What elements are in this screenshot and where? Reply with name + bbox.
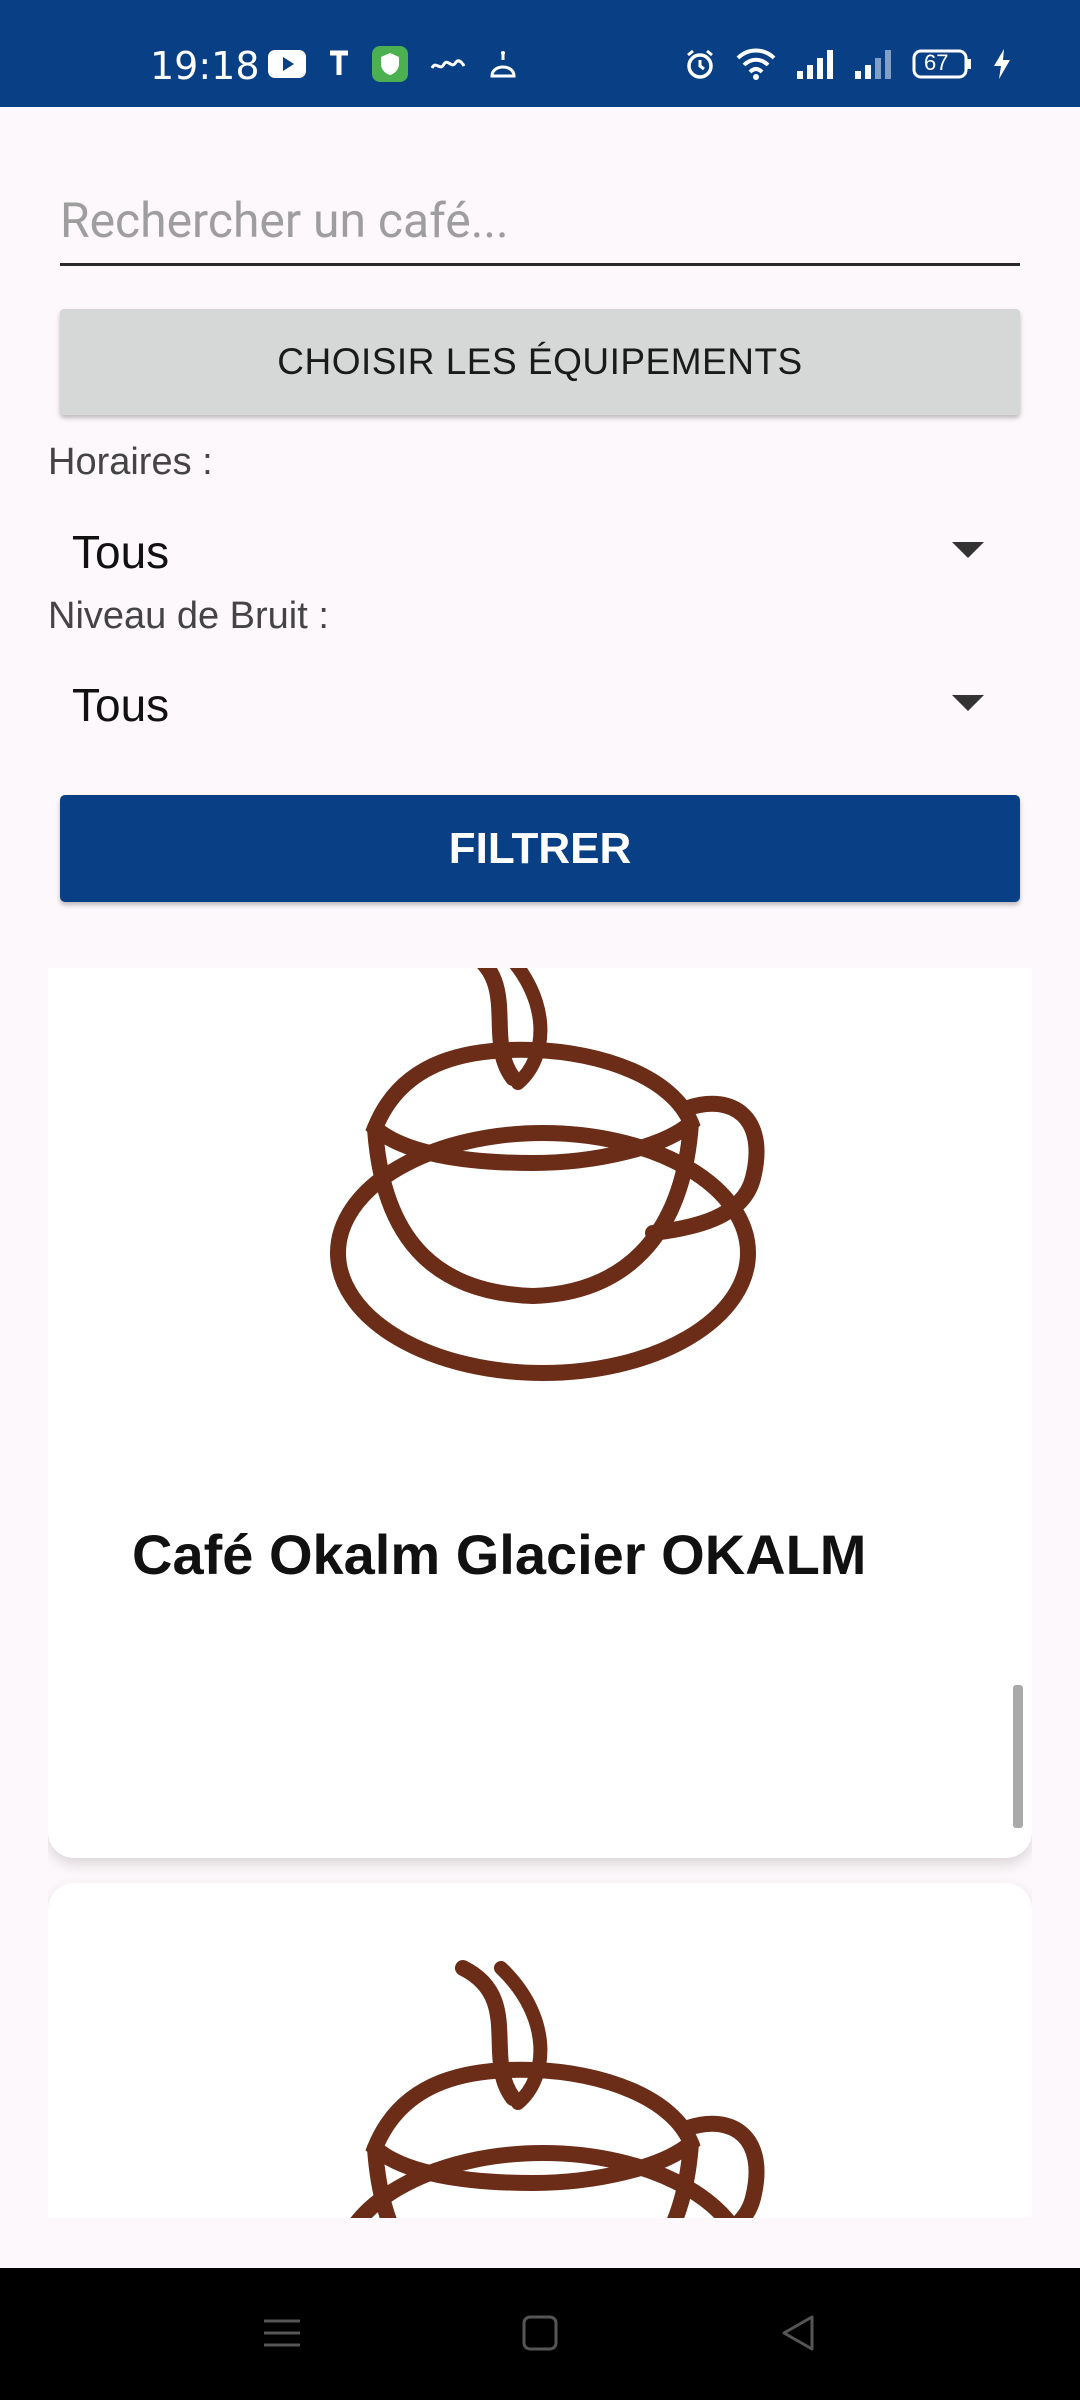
cafe-card[interactable] [48,1883,1032,2218]
filter-button[interactable]: FILTRER [60,795,1020,902]
charging-icon [992,48,1012,80]
notification-icons [268,46,518,82]
cafe-name: Café Okalm Glacier OKALM [132,1523,867,1586]
search-input[interactable] [60,180,1020,260]
home-icon[interactable] [510,2308,570,2358]
system-icons: 67 [684,48,1012,80]
coffee-cup-icon [330,968,765,1381]
coffee-cup-icon [350,1960,765,2218]
wifi-icon [736,48,776,80]
choose-equipment-button[interactable]: CHOISIR LES ÉQUIPEMENTS [60,309,1020,415]
cafe-list[interactable]: Café Okalm Glacier OKALM [48,968,1032,2218]
alarm-icon [684,48,716,80]
cafe-card[interactable]: Café Okalm Glacier OKALM [48,968,1032,1858]
noise-level-label: Niveau de Bruit : [48,595,329,637]
navigation-bar [0,2268,1080,2400]
arabic-app-icon [430,52,466,76]
hours-label: Horaires : [48,441,213,483]
hours-select-value: Tous [72,526,170,578]
signal-icon [854,49,892,79]
menu-icon[interactable] [252,2308,312,2358]
vpn-shield-icon [372,46,408,82]
back-icon[interactable] [768,2308,828,2358]
mosque-icon [488,48,518,80]
noise-level-select[interactable]: Tous [48,657,1008,753]
search-field[interactable] [60,180,1020,266]
noise-level-select-value: Tous [72,679,170,731]
dropdown-arrow-icon [952,542,984,558]
status-bar: 19:18 67 [0,0,1080,107]
list-scrollbar[interactable] [1013,1685,1023,1828]
signal-icon [796,49,834,79]
hours-select[interactable]: Tous [48,504,1008,600]
battery-level: 67 [924,50,949,75]
battery-icon: 67 [912,49,972,79]
dropdown-arrow-icon [952,695,984,711]
status-time: 19:18 [150,44,260,88]
youtube-icon [268,50,306,78]
t-icon [328,49,350,79]
